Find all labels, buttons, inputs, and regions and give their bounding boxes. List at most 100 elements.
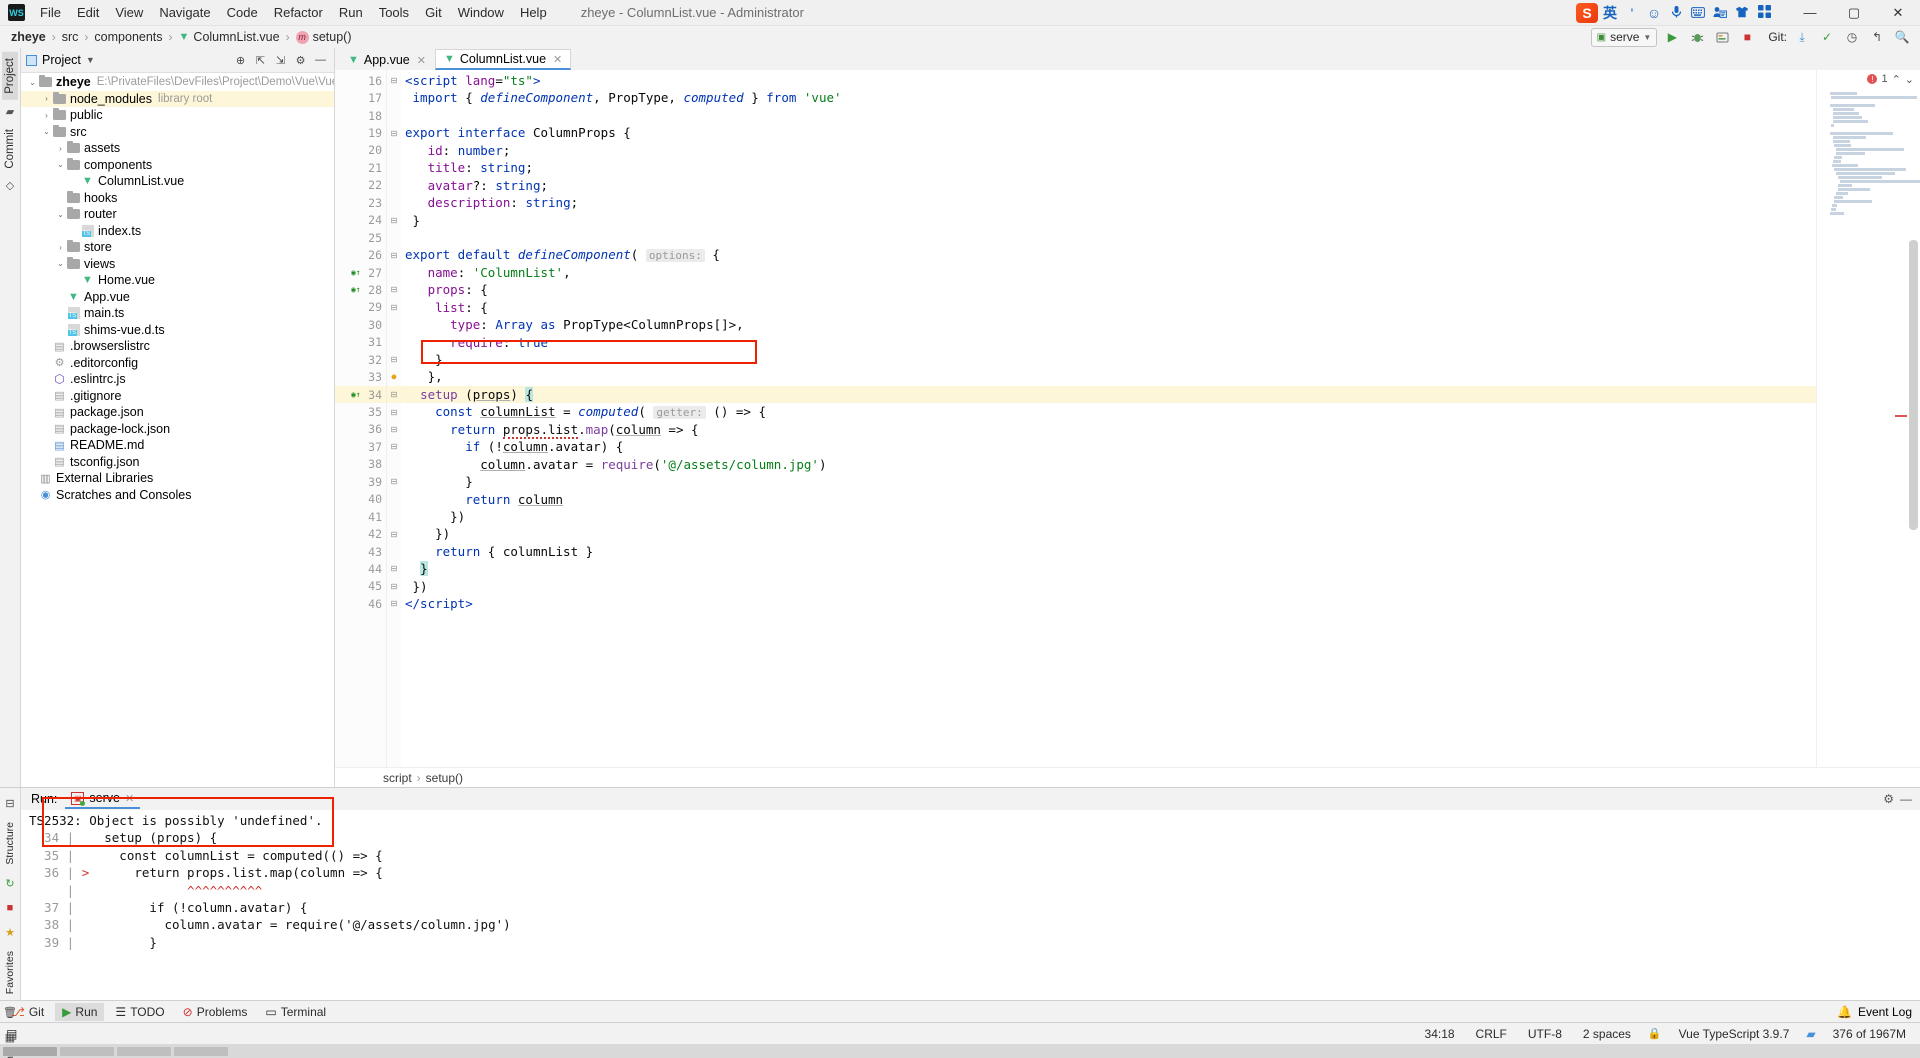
fold-marker-39[interactable]: ⊟ [387, 473, 401, 490]
gear-icon[interactable]: ⚙ [292, 52, 309, 69]
line-number-27[interactable]: ◉↑ 27 [335, 264, 386, 281]
caret-position[interactable]: 34:18 [1421, 1026, 1459, 1042]
language-version[interactable]: Vue TypeScript 3.9.7 [1675, 1026, 1794, 1042]
collapse-all-icon[interactable]: ⇱ [252, 52, 269, 69]
code-line-21[interactable]: title: string; [401, 159, 1816, 176]
lock-icon[interactable]: 🔒 [1648, 1027, 1662, 1040]
line-number-42[interactable]: 42 [335, 525, 386, 542]
breadcrumb-project[interactable]: zheye [8, 29, 49, 45]
line-number-35[interactable]: 35 [335, 403, 386, 420]
hide-icon[interactable]: — [312, 52, 329, 69]
sidebar-item-favorites[interactable]: Favorites [2, 945, 18, 1000]
menu-item-git[interactable]: Git [417, 2, 450, 23]
tree-item-home-vue[interactable]: ▼ Home.vue [21, 272, 334, 289]
error-marker[interactable] [1895, 415, 1907, 417]
chevron-down-icon[interactable]: ⌄ [27, 78, 38, 87]
event-log-label[interactable]: Event Log [1858, 1005, 1912, 1019]
close-button[interactable]: ✕ [1876, 0, 1920, 26]
tree-item-index-ts[interactable]: index.ts [21, 223, 334, 240]
fold-marker-44[interactable]: ⊟ [387, 560, 401, 577]
microphone-icon[interactable] [1666, 3, 1686, 23]
fold-marker-34[interactable]: ⊟ [387, 385, 401, 404]
fold-marker-24[interactable]: ⊟ [387, 212, 401, 229]
project-tree[interactable]: ⌄ zheye E:\PrivateFiles\DevFiles\Project\D… [21, 72, 334, 787]
line-number-33[interactable]: 33 [335, 368, 386, 385]
line-number-37[interactable]: 37 [335, 438, 386, 455]
line-number-31[interactable]: 31 [335, 334, 386, 351]
close-icon[interactable]: ✕ [553, 53, 562, 66]
bottom-tab-problems[interactable]: ⊘ Problems [176, 1003, 255, 1021]
tree-item-assets[interactable]: › assets [21, 140, 334, 157]
bottom-tab-terminal[interactable]: ▭ Terminal [258, 1003, 333, 1021]
editor-breadcrumb-setup[interactable]: setup() [426, 771, 463, 785]
code-line-39[interactable]: } [401, 473, 1816, 490]
code-line-35[interactable]: const columnList = computed( getter: () … [401, 403, 1816, 420]
tree-item-src[interactable]: ⌄ src [21, 124, 334, 141]
sidebar-item-npm[interactable]: npm [2, 1050, 18, 1058]
chevron-down-icon[interactable]: ⌄ [55, 259, 66, 268]
code-line-43[interactable]: return { columnList } [401, 543, 1816, 560]
code-line-22[interactable]: avatar?: string; [401, 177, 1816, 194]
history-icon[interactable]: ◷ [1842, 27, 1862, 47]
code-editor[interactable]: 16 17 18 19 20 21 22 23 24 25 26 ◉↑ 27 ◉↑ 28 29 30 31 32 33… [335, 70, 1920, 767]
code-line-29[interactable]: list: { [401, 299, 1816, 316]
coverage-icon[interactable] [1712, 27, 1732, 47]
editor-scrollbar-thumb[interactable] [1909, 240, 1918, 530]
stop-button[interactable]: ■ [1737, 27, 1757, 47]
chevron-down-icon[interactable]: ▼ [86, 55, 95, 65]
structure-icon[interactable]: ⊟ [5, 797, 14, 810]
tree-item-columnlist-vue[interactable]: ▼ ColumnList.vue [21, 173, 334, 190]
menu-item-view[interactable]: View [107, 2, 151, 23]
code-line-28[interactable]: props: { [401, 281, 1816, 298]
code-line-33[interactable]: }, [401, 368, 1816, 385]
file-encoding[interactable]: UTF-8 [1524, 1026, 1566, 1042]
chevron-right-icon[interactable]: › [55, 243, 66, 252]
tree-item--gitignore[interactable]: ▤ .gitignore [21, 388, 334, 405]
fold-marker-29[interactable]: ⊟ [387, 299, 401, 316]
gutter-marker-icon[interactable]: ◉↑ [351, 390, 361, 399]
tree-item-public[interactable]: › public [21, 107, 334, 124]
tree-item-components[interactable]: ⌄ components [21, 157, 334, 174]
rerun-icon[interactable]: ↻ [5, 877, 14, 890]
menu-item-tools[interactable]: Tools [371, 2, 417, 23]
menu-item-code[interactable]: Code [219, 2, 266, 23]
grid-icon[interactable] [1754, 3, 1774, 23]
code-line-41[interactable]: }) [401, 508, 1816, 525]
run-console-output[interactable]: TS2532: Object is possibly 'undefined'. … [21, 810, 1920, 1000]
breadcrumb-file[interactable]: ▼ ColumnList.vue [176, 29, 283, 45]
code-line-23[interactable]: description: string; [401, 194, 1816, 211]
line-number-36[interactable]: 36 [335, 421, 386, 438]
run-configuration-selector[interactable]: ▣ serve ▼ [1590, 27, 1658, 47]
menu-item-window[interactable]: Window [450, 2, 512, 23]
tree-item-tsconfig-json[interactable]: ▤ tsconfig.json [21, 454, 334, 471]
line-number-20[interactable]: 20 [335, 142, 386, 159]
code-line-17[interactable]: import { defineComponent, PropType, comp… [401, 89, 1816, 106]
keyboard-icon[interactable] [1688, 3, 1708, 23]
tree-item-readme-md[interactable]: ▤ README.md [21, 437, 334, 454]
line-number-22[interactable]: 22 [335, 177, 386, 194]
line-number-43[interactable]: 43 [335, 543, 386, 560]
fold-marker-42[interactable]: ⊟ [387, 525, 401, 542]
line-number-40[interactable]: 40 [335, 491, 386, 508]
code-line-19[interactable]: export interface ColumnProps { [401, 124, 1816, 141]
fold-marker-26[interactable]: ⊟ [387, 246, 401, 263]
gutter-marker-icon[interactable]: ◉↑ [351, 268, 361, 277]
close-icon[interactable]: ✕ [417, 54, 426, 67]
line-number-38[interactable]: 38 [335, 456, 386, 473]
stop-icon[interactable]: ■ [7, 902, 14, 914]
line-number-18[interactable]: 18 [335, 107, 386, 124]
undo-icon[interactable]: ↰ [1867, 27, 1887, 47]
code-line-38[interactable]: column.avatar = require('@/assets/column… [401, 456, 1816, 473]
line-number-32[interactable]: 32 [335, 351, 386, 368]
chevron-down-icon[interactable]: ⌄ [41, 127, 52, 136]
gear-icon[interactable]: ⚙ [1883, 792, 1894, 806]
line-number-26[interactable]: 26 [335, 246, 386, 263]
code-line-45[interactable]: }) [401, 578, 1816, 595]
code-line-34[interactable]: setup (props) { [401, 385, 1816, 404]
tree-item-hooks[interactable]: hooks [21, 190, 334, 207]
fold-marker-37[interactable]: ⊟ [387, 438, 401, 455]
memory-indicator[interactable]: 376 of 1967M [1829, 1026, 1910, 1042]
line-number-25[interactable]: 25 [335, 229, 386, 246]
intention-bulb-icon[interactable]: ● [391, 371, 398, 383]
chevron-down-icon[interactable]: ⌄ [55, 210, 66, 219]
